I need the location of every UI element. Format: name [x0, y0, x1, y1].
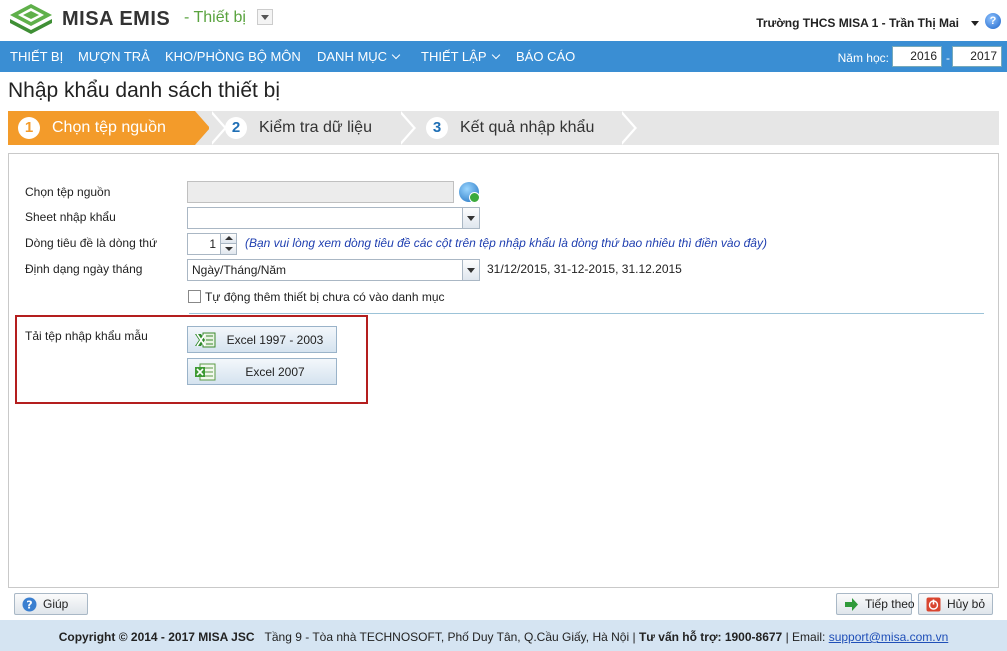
date-format-label: Định dạng ngày tháng: [25, 262, 143, 276]
date-format-examples: 31/12/2015, 31-12-2015, 31.12.2015: [487, 262, 682, 276]
footer-separator: |: [632, 630, 636, 644]
stepper-up-icon[interactable]: [220, 234, 236, 244]
footer-email-label: | Email:: [785, 630, 826, 644]
download-excel-2007-button[interactable]: Excel 2007: [187, 358, 337, 385]
top-header: MISA EMIS - Thiết bị Trường THCS MISA 1 …: [0, 0, 1007, 41]
footer-copyright: Copyright © 2014 - 2017 MISA JSC: [58, 630, 255, 644]
next-button[interactable]: Tiếp theo: [836, 593, 915, 615]
help-icon: ?: [22, 597, 37, 612]
template-download-label: Tải tệp nhập khẩu mẫu: [25, 329, 148, 343]
help-button[interactable]: ? Giúp: [14, 593, 88, 615]
power-icon: [926, 597, 941, 612]
chevron-down-icon: [491, 50, 500, 60]
page-title: Nhập khẩu danh sách thiết bị: [8, 79, 281, 102]
header-row-label: Dòng tiêu đề là dòng thứ: [25, 236, 158, 250]
cancel-button[interactable]: Hủy bỏ: [918, 593, 993, 615]
wizard-step-1: 1 Chọn tệp nguồn: [8, 111, 195, 145]
menu-thiet-bi[interactable]: THIẾT BỊ: [10, 49, 63, 64]
sheet-select[interactable]: [187, 207, 480, 229]
menu-kho-phong-bo-mon[interactable]: KHO/PHÒNG BỘ MÔN: [165, 49, 301, 64]
excel-icon: [195, 332, 216, 348]
stepper-down-icon[interactable]: [220, 244, 236, 254]
wizard-steps: 1 Chọn tệp nguồn 2 Kiểm tra dữ liệu 3 Kế…: [8, 111, 999, 145]
help-question-icon[interactable]: ?: [985, 13, 1001, 29]
step-label: Kết quả nhập khẩu: [460, 119, 595, 136]
header-row-hint: (Bạn vui lòng xem dòng tiêu đề các cột t…: [245, 236, 767, 250]
misa-logo-icon: [10, 4, 52, 34]
step-arrow-icon: [195, 111, 210, 145]
school-year-separator: -: [946, 51, 950, 65]
school-year-label: Năm học:: [837, 51, 889, 65]
menu-bao-cao[interactable]: BÁO CÁO: [516, 49, 575, 64]
menu-thiet-lap[interactable]: THIẾT LẬP: [421, 49, 500, 64]
svg-text:?: ?: [26, 599, 32, 612]
step-label: Kiểm tra dữ liệu: [259, 119, 372, 136]
step-label: Chọn tệp nguồn: [52, 119, 166, 136]
module-name: - Thiết bị: [184, 9, 246, 26]
browse-file-icon[interactable]: [459, 182, 480, 203]
brand-name: MISA EMIS: [62, 8, 171, 30]
step-number: 1: [18, 117, 40, 139]
user-dropdown-icon[interactable]: [971, 21, 979, 26]
main-menu: THIẾT BỊ MƯỢN TRẢ KHO/PHÒNG BỘ MÔN DANH …: [0, 41, 1007, 72]
download-excel-2003-button[interactable]: Excel 1997 - 2003: [187, 326, 337, 353]
school-year-from-input[interactable]: 2016: [892, 46, 942, 67]
header-row-stepper[interactable]: 1: [187, 233, 237, 255]
chevron-down-icon[interactable]: [462, 208, 479, 228]
arrow-right-icon: [845, 598, 858, 611]
step-number: 3: [426, 117, 448, 139]
menu-muon-tra[interactable]: MƯỢN TRẢ: [78, 49, 150, 64]
footer-email-link[interactable]: support@misa.com.vn: [829, 630, 949, 644]
step-arrow-fill-icon: [619, 111, 634, 145]
school-year-to-input[interactable]: 2017: [952, 46, 1002, 67]
step-number: 2: [225, 117, 247, 139]
module-dropdown-button[interactable]: [257, 9, 273, 25]
page-footer: Copyright © 2014 - 2017 MISA JSC Tầng 9 …: [0, 620, 1007, 651]
auto-add-checkbox[interactable]: [188, 290, 201, 303]
source-file-input[interactable]: [187, 181, 454, 203]
auto-add-label[interactable]: Tự động thêm thiết bị chưa có vào danh m…: [205, 290, 445, 304]
user-info[interactable]: Trường THCS MISA 1 - Trần Thị Mai: [756, 16, 959, 30]
step-arrow-fill-icon: [398, 111, 413, 145]
chevron-down-icon[interactable]: [462, 260, 479, 280]
excel-icon: [195, 363, 216, 381]
chevron-down-icon: [391, 50, 401, 60]
sheet-label: Sheet nhập khẩu: [25, 210, 116, 224]
wizard-step-3: 3 Kết quả nhập khẩu: [416, 111, 616, 145]
menu-danh-muc[interactable]: DANH MỤC: [317, 49, 401, 64]
footer-address: Tầng 9 - Tòa nhà TECHNOSOFT, Phố Duy Tân…: [264, 630, 630, 644]
import-form-panel: Chọn tệp nguồn Sheet nhập khẩu Dòng tiêu…: [8, 153, 999, 588]
footer-hotline: Tư vấn hỗ trợ: 1900-8677: [638, 630, 783, 644]
section-divider: [189, 313, 984, 314]
source-file-label: Chọn tệp nguồn: [25, 185, 111, 199]
wizard-step-2: 2 Kiểm tra dữ liệu: [215, 111, 395, 145]
date-format-select[interactable]: Ngày/Tháng/Năm: [187, 259, 480, 281]
